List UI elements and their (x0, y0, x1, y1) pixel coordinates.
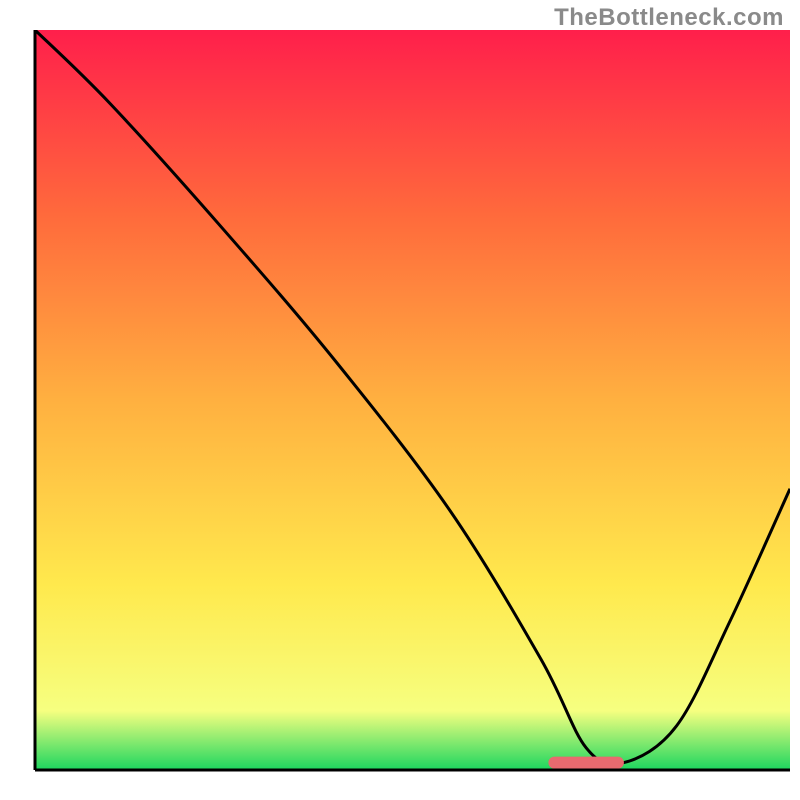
optimal-marker (548, 757, 624, 769)
watermark-text: TheBottleneck.com (554, 4, 784, 32)
bottleneck-chart (0, 0, 800, 800)
plot-background (35, 30, 790, 770)
